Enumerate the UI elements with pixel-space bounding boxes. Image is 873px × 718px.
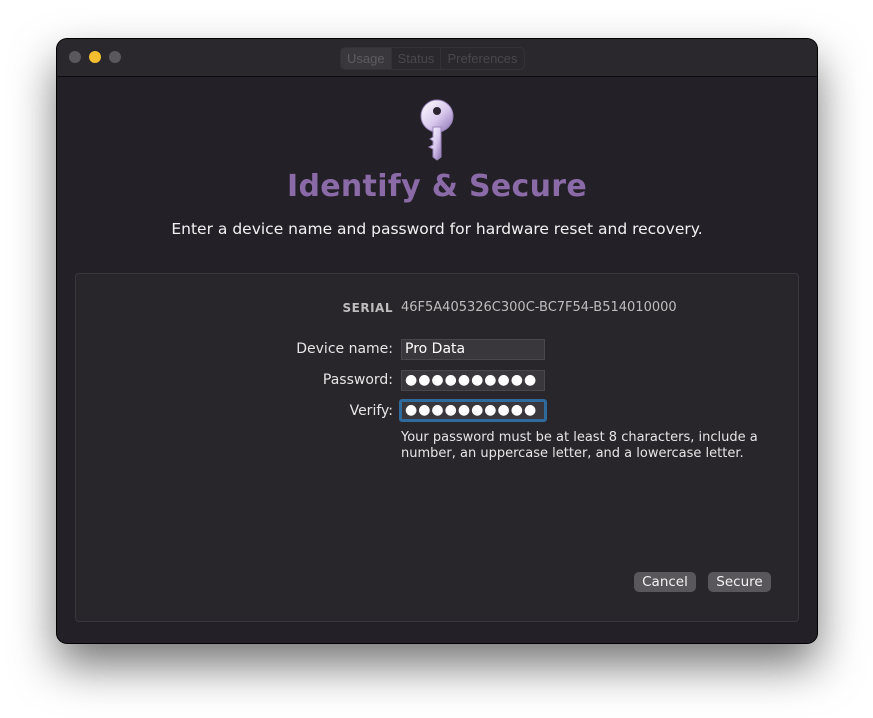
zoom-window-button[interactable] bbox=[109, 51, 121, 63]
tab-bar: Usage Status Preferences bbox=[340, 47, 525, 70]
form-panel: SERIAL 46F5A405326C300C-BC7F54-B51401000… bbox=[75, 273, 799, 622]
app-window: Usage Status Preferences Identify & Secu… bbox=[57, 39, 817, 643]
password-field[interactable]: ●●●●●●●●●● bbox=[401, 370, 545, 391]
device-name-label: Device name: bbox=[296, 341, 393, 357]
secure-button[interactable]: Secure bbox=[708, 572, 771, 592]
cancel-button[interactable]: Cancel bbox=[634, 572, 696, 592]
minimize-window-button[interactable] bbox=[89, 51, 101, 63]
tab-preferences[interactable]: Preferences bbox=[441, 48, 523, 69]
page-title: Identify & Secure bbox=[287, 169, 587, 204]
tab-status[interactable]: Status bbox=[392, 48, 442, 69]
password-requirements-hint: Your password must be at least 8 charact… bbox=[401, 430, 758, 461]
close-window-button[interactable] bbox=[69, 51, 81, 63]
serial-label: SERIAL bbox=[342, 301, 393, 315]
serial-value: 46F5A405326C300C-BC7F54-B514010000 bbox=[401, 300, 677, 315]
verify-label: Verify: bbox=[349, 403, 393, 419]
key-icon bbox=[420, 99, 454, 161]
device-name-field[interactable]: Pro Data bbox=[401, 339, 545, 360]
password-label: Password: bbox=[322, 372, 393, 388]
tab-usage[interactable]: Usage bbox=[341, 48, 392, 69]
title-bar: Usage Status Preferences bbox=[57, 39, 817, 77]
verify-password-field[interactable]: ●●●●●●●●●● bbox=[399, 399, 547, 422]
page-subtitle: Enter a device name and password for har… bbox=[171, 220, 703, 238]
